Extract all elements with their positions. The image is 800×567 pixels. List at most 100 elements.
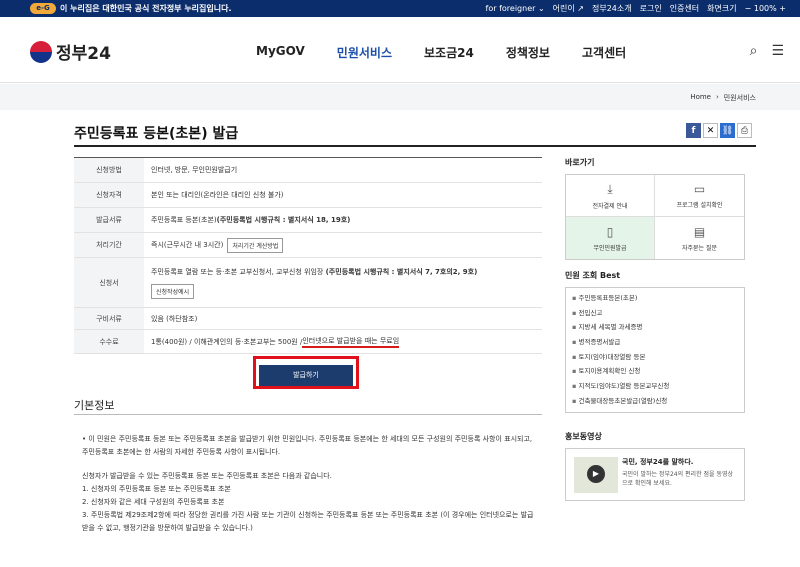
breadcrumb: Home › 민원서비스 — [690, 93, 756, 103]
section-title: 기본정보 — [74, 399, 115, 412]
best-services: 민원 조회 Best 주민등록표등본(초본) 전입신고 지방세 세목별 과세증명… — [565, 270, 745, 413]
quick-link-label: 자주묻는 질문 — [681, 244, 718, 252]
breadcrumb-band: Home › 민원서비스 — [0, 84, 800, 110]
link-copy-icon[interactable]: ⛓ — [720, 123, 735, 138]
basic-info-body: • 이 민원은 주민등록표 등본 또는 주민등록표 초본을 발급받기 위한 민원… — [82, 433, 538, 535]
quick-program-check[interactable]: ▭ 프로그램 설치확인 — [655, 175, 744, 217]
nav-civil-service[interactable]: 민원서비스 — [337, 44, 392, 61]
doc-law: (주민등록법 시행규칙 : 별지서식 18, 19호) — [216, 216, 351, 224]
right-sidebar: 바로가기 ⤓ 전자결제 안내 ▭ 프로그램 설치확인 ▯ 무인민원발급 ▤ 자주… — [565, 157, 745, 501]
list-item: 2. 신청자와 같은 세대 구성원의 주민등록표 초본 — [82, 498, 225, 506]
issue-button[interactable]: 발급하기 — [259, 365, 353, 386]
chat-icon: ▤ — [693, 224, 706, 239]
official-site-notice: 이 누리집은 대한민국 공식 전자정부 누리집입니다. — [60, 4, 232, 13]
about-link[interactable]: 정부24소개 — [592, 3, 632, 14]
site-header: 정부24 MyGOV 민원서비스 보조금24 정책정보 고객센터 ⌕ ☰ — [0, 17, 800, 83]
quick-link-label: 전자결제 안내 — [592, 202, 628, 210]
section-divider — [74, 414, 542, 415]
doc-name: 주민등록표 등본(초본) — [151, 216, 217, 224]
row-value: 주민등록표 열람 또는 등·초본 교부신청서, 교부신청 위임장 (주민등록법 … — [144, 258, 542, 307]
table-row: 신청서 주민등록표 열람 또는 등·초본 교부신청서, 교부신청 위임장 (주민… — [74, 258, 542, 308]
list-item[interactable]: 토지이용계획확인 신청 — [572, 364, 738, 379]
table-row: 신청방법 인터넷, 방문, 무인민원발급기 — [74, 158, 542, 183]
row-header: 수수료 — [74, 330, 144, 353]
row-value: 있음 (하단참조) — [151, 314, 198, 323]
row-value: 즉시(근무시간 내 3시간) 처리기간 계산방법 — [144, 233, 542, 257]
video-headline: 국민, 정부24를 말하다. — [622, 457, 694, 466]
quick-links-grid: ⤓ 전자결제 안내 ▭ 프로그램 설치확인 ▯ 무인민원발급 ▤ 자주묻는 질문 — [565, 174, 745, 260]
breadcrumb-home[interactable]: Home — [690, 93, 711, 103]
kids-link[interactable]: 어린이 ↗ — [553, 3, 584, 14]
share-tools: f ✕ ⛓ ⎙ — [686, 123, 752, 138]
kiosk-icon: ▯ — [606, 224, 614, 239]
nav-customer-center[interactable]: 고객센터 — [582, 44, 626, 61]
table-row: 발급서류 주민등록표 등본(초본) (주민등록법 시행규칙 : 별지서식 18,… — [74, 208, 542, 233]
service-info-table: 신청방법 인터넷, 방문, 무인민원발급기 신청자격 본인 또는 대리인(온라인… — [74, 157, 542, 354]
table-row: 신청자격 본인 또는 대리인(온라인은 대리인 신청 불가) — [74, 183, 542, 208]
login-link[interactable]: 로그인 — [640, 3, 662, 14]
list-item[interactable]: 지방세 세목별 과세증명 — [572, 320, 738, 335]
promo-video: 홍보동영상 ▶ 국민, 정부24를 말하다. 국민이 말하는 정부24의 편리한… — [565, 431, 745, 501]
chevron-right-icon: › — [715, 93, 719, 101]
row-value: 본인 또는 대리인(온라인은 대리인 신청 불가) — [151, 191, 284, 199]
x-share-icon[interactable]: ✕ — [703, 123, 718, 138]
video-card[interactable]: ▶ 국민, 정부24를 말하다. 국민이 말하는 정부24의 편리한 점을 동영… — [565, 447, 745, 501]
row-header: 신청방법 — [74, 158, 144, 182]
top-notice-bar: e-G 이 누리집은 대한민국 공식 전자정부 누리집입니다. for fore… — [0, 0, 800, 17]
period-calc-button[interactable]: 처리기간 계산방법 — [227, 237, 284, 253]
fee-free-note: 인터넷으로 발급받을 때는 무료임 — [302, 336, 400, 348]
form-example-button[interactable]: 신청작성예시 — [151, 283, 195, 299]
row-header: 처리기간 — [74, 233, 144, 257]
print-icon[interactable]: ⎙ — [737, 123, 752, 138]
facebook-icon[interactable]: f — [686, 123, 701, 138]
site-logo[interactable]: 정부24 — [30, 39, 111, 64]
list-item[interactable]: 주민등록표등본(초본) — [572, 291, 738, 306]
title-divider — [74, 145, 756, 147]
quick-faq[interactable]: ▤ 자주묻는 질문 — [655, 217, 744, 259]
nav-mygov[interactable]: MyGOV — [256, 44, 305, 61]
nav-subsidy[interactable]: 보조금24 — [424, 44, 474, 61]
row-header: 신청서 — [74, 258, 144, 307]
menu-icon[interactable]: ☰ — [771, 43, 784, 59]
row-header: 구비서류 — [74, 308, 144, 329]
utility-links: for foreigner ⌄ 어린이 ↗ 정부24소개 로그인 인증센터 화면… — [486, 3, 786, 14]
monitor-icon: ▭ — [693, 182, 706, 196]
main-nav: MyGOV 민원서비스 보조금24 정책정보 고객센터 — [256, 44, 626, 61]
list-item[interactable]: 전입신고 — [572, 306, 738, 321]
foreigner-link[interactable]: for foreigner ⌄ — [486, 4, 545, 13]
taegeuk-icon — [30, 40, 52, 63]
list-item: 3. 주민등록법 제29조제2항에 따라 정당한 권리를 가진 사람 또는 기관… — [82, 511, 534, 532]
row-value: 인터넷, 방문, 무인민원발급기 — [151, 166, 238, 174]
header-icons: ⌕ ☰ — [750, 43, 784, 59]
list-item[interactable]: 토지(임야)대장열람 등본 — [572, 350, 738, 365]
quick-link-label: 무인민원발급 — [593, 244, 627, 252]
row-header: 발급서류 — [74, 208, 144, 232]
row-value: 주민등록표 등본(초본) (주민등록법 시행규칙 : 별지서식 18, 19호) — [144, 208, 542, 232]
search-icon[interactable]: ⌕ — [750, 43, 758, 59]
cert-center-link[interactable]: 인증센터 — [670, 3, 699, 14]
fee-value: 1통(400원) / 이해관계인의 등·초본교부는 500원 / — [151, 337, 303, 346]
logo-text: 정부24 — [56, 44, 111, 64]
quick-kiosk[interactable]: ▯ 무인민원발급 — [566, 217, 655, 259]
list-item[interactable]: 병적증명서발급 — [572, 335, 738, 350]
form-law: (주민등록법 시행규칙 : 별지서식 7, 7호의2, 9호) — [325, 267, 478, 276]
info-paragraph: 신청자가 발급받을 수 있는 주민등록표 등본 또는 주민등록표 초본은 다음과… — [82, 472, 332, 480]
breadcrumb-current[interactable]: 민원서비스 — [724, 93, 756, 103]
list-item[interactable]: 건축물대장등초본발급(열람)신청 — [572, 394, 738, 409]
play-icon[interactable]: ▶ — [587, 464, 605, 483]
video-thumbnail[interactable]: ▶ — [574, 456, 618, 493]
row-value: 1통(400원) / 이해관계인의 등·초본교부는 500원 / 인터넷으로 발… — [144, 330, 542, 353]
info-paragraph: • 이 민원은 주민등록표 등본 또는 주민등록표 초본을 발급받기 위한 민원… — [82, 435, 533, 456]
video-section-title: 홍보동영상 — [565, 431, 602, 441]
page-title: 주민등록표 등본(초본) 발급 — [74, 126, 239, 142]
download-icon: ⤓ — [607, 181, 613, 196]
screen-size-label: 화면크기 — [707, 4, 737, 13]
issue-button-highlight: 발급하기 — [253, 356, 359, 389]
list-item[interactable]: 지적도(임야도)열람 등본교부신청 — [572, 379, 738, 394]
nav-policy[interactable]: 정책정보 — [506, 44, 550, 61]
quick-links-title: 바로가기 — [565, 158, 595, 167]
zoom-control[interactable]: − 100% + — [745, 4, 786, 13]
quick-link-label: 프로그램 설치확인 — [676, 202, 723, 209]
quick-payment-guide[interactable]: ⤓ 전자결제 안내 — [566, 175, 655, 217]
table-row: 처리기간 즉시(근무시간 내 3시간) 처리기간 계산방법 — [74, 233, 542, 258]
